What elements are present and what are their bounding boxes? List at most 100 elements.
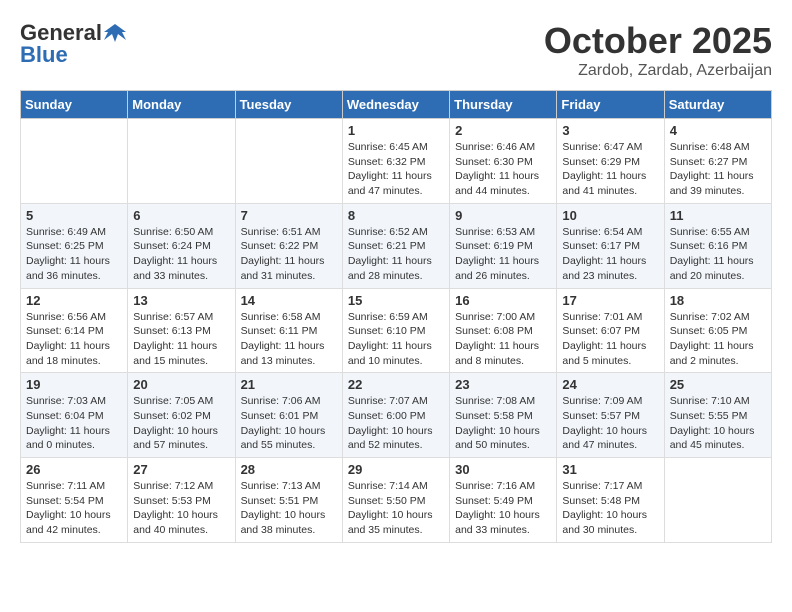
day-number: 14 (241, 293, 337, 308)
day-info: Sunrise: 7:06 AM Sunset: 6:01 PM Dayligh… (241, 394, 337, 453)
page-header: General Blue October 2025 Zardob, Zardab… (20, 20, 772, 80)
day-info: Sunrise: 7:11 AM Sunset: 5:54 PM Dayligh… (26, 479, 122, 538)
day-info: Sunrise: 7:12 AM Sunset: 5:53 PM Dayligh… (133, 479, 229, 538)
calendar-cell: 13Sunrise: 6:57 AM Sunset: 6:13 PM Dayli… (128, 288, 235, 373)
day-info: Sunrise: 6:53 AM Sunset: 6:19 PM Dayligh… (455, 225, 551, 284)
day-info: Sunrise: 6:51 AM Sunset: 6:22 PM Dayligh… (241, 225, 337, 284)
logo-blue: Blue (20, 42, 68, 68)
calendar-cell: 5 Sunrise: 6:49 AM Sunset: 6:25 PM Daylig… (21, 203, 128, 288)
location: Zardob, Zardab, Azerbaijan (544, 62, 772, 80)
day-number: 27 (133, 462, 229, 477)
day-info: Sunrise: 6:55 AM Sunset: 6:16 PM Dayligh… (670, 225, 766, 284)
day-info: Sunrise: 6:57 AM Sunset: 6:13 PM Dayligh… (133, 310, 229, 369)
weekday-header: Wednesday (342, 91, 449, 119)
weekday-header: Thursday (450, 91, 557, 119)
calendar-cell: 21 Sunrise: 7:06 AM Sunset: 6:01 PM Dayli… (235, 373, 342, 458)
calendar-week-row: 5 Sunrise: 6:49 AM Sunset: 6:25 PM Daylig… (21, 203, 772, 288)
day-number: 19 (26, 377, 122, 392)
weekday-header: Saturday (664, 91, 771, 119)
calendar-cell: 8 Sunrise: 6:52 AM Sunset: 6:21 PM Daylig… (342, 203, 449, 288)
day-number: 6 (133, 208, 229, 223)
weekday-header-row: SundayMondayTuesdayWednesdayThursdayFrid… (21, 91, 772, 119)
calendar-cell: 29 Sunrise: 7:14 AM Sunset: 5:50 PM Dayli… (342, 458, 449, 543)
day-info: Sunrise: 6:56 AM Sunset: 6:14 PM Dayligh… (26, 310, 122, 369)
logo: General Blue (20, 20, 126, 68)
calendar-cell (128, 119, 235, 204)
day-info: Sunrise: 7:08 AM Sunset: 5:58 PM Dayligh… (455, 394, 551, 453)
day-number: 26 (26, 462, 122, 477)
day-number: 2 (455, 123, 551, 138)
day-info: Sunrise: 6:46 AM Sunset: 6:30 PM Dayligh… (455, 140, 551, 199)
calendar-week-row: 26 Sunrise: 7:11 AM Sunset: 5:54 PM Dayli… (21, 458, 772, 543)
day-number: 7 (241, 208, 337, 223)
day-number: 5 (26, 208, 122, 223)
day-number: 8 (348, 208, 444, 223)
weekday-header: Friday (557, 91, 664, 119)
day-number: 21 (241, 377, 337, 392)
day-info: Sunrise: 6:52 AM Sunset: 6:21 PM Dayligh… (348, 225, 444, 284)
day-number: 31 (562, 462, 658, 477)
calendar-cell: 12 Sunrise: 6:56 AM Sunset: 6:14 PM Dayli… (21, 288, 128, 373)
day-number: 17 (562, 293, 658, 308)
day-number: 15 (348, 293, 444, 308)
calendar-cell: 23 Sunrise: 7:08 AM Sunset: 5:58 PM Dayli… (450, 373, 557, 458)
day-number: 29 (348, 462, 444, 477)
day-info: Sunrise: 7:03 AM Sunset: 6:04 PM Dayligh… (26, 394, 122, 453)
logo-bird-icon (104, 22, 126, 44)
day-number: 24 (562, 377, 658, 392)
day-number: 10 (562, 208, 658, 223)
day-number: 18 (670, 293, 766, 308)
day-number: 11 (670, 208, 766, 223)
day-number: 25 (670, 377, 766, 392)
day-info: Sunrise: 7:00 AM Sunset: 6:08 PM Dayligh… (455, 310, 551, 369)
calendar-cell: 14 Sunrise: 6:58 AM Sunset: 6:11 PM Dayli… (235, 288, 342, 373)
calendar-week-row: 12 Sunrise: 6:56 AM Sunset: 6:14 PM Dayli… (21, 288, 772, 373)
day-info: Sunrise: 6:58 AM Sunset: 6:11 PM Dayligh… (241, 310, 337, 369)
day-info: Sunrise: 6:47 AM Sunset: 6:29 PM Dayligh… (562, 140, 658, 199)
title-block: October 2025 Zardob, Zardab, Azerbaijan (544, 20, 772, 80)
day-info: Sunrise: 7:13 AM Sunset: 5:51 PM Dayligh… (241, 479, 337, 538)
day-info: Sunrise: 6:49 AM Sunset: 6:25 PM Dayligh… (26, 225, 122, 284)
calendar-cell: 16 Sunrise: 7:00 AM Sunset: 6:08 PM Dayli… (450, 288, 557, 373)
calendar-cell: 11 Sunrise: 6:55 AM Sunset: 6:16 PM Dayli… (664, 203, 771, 288)
day-info: Sunrise: 6:50 AM Sunset: 6:24 PM Dayligh… (133, 225, 229, 284)
day-info: Sunrise: 7:01 AM Sunset: 6:07 PM Dayligh… (562, 310, 658, 369)
day-info: Sunrise: 6:45 AM Sunset: 6:32 PM Dayligh… (348, 140, 444, 199)
calendar-cell: 24 Sunrise: 7:09 AM Sunset: 5:57 PM Dayli… (557, 373, 664, 458)
day-info: Sunrise: 6:54 AM Sunset: 6:17 PM Dayligh… (562, 225, 658, 284)
calendar-week-row: 19 Sunrise: 7:03 AM Sunset: 6:04 PM Dayli… (21, 373, 772, 458)
day-number: 23 (455, 377, 551, 392)
calendar-week-row: 1Sunrise: 6:45 AM Sunset: 6:32 PM Daylig… (21, 119, 772, 204)
day-info: Sunrise: 7:10 AM Sunset: 5:55 PM Dayligh… (670, 394, 766, 453)
calendar-cell: 27 Sunrise: 7:12 AM Sunset: 5:53 PM Dayli… (128, 458, 235, 543)
calendar-cell: 30Sunrise: 7:16 AM Sunset: 5:49 PM Dayli… (450, 458, 557, 543)
calendar-cell (664, 458, 771, 543)
calendar-cell: 1Sunrise: 6:45 AM Sunset: 6:32 PM Daylig… (342, 119, 449, 204)
month-title: October 2025 (544, 20, 772, 62)
day-number: 3 (562, 123, 658, 138)
calendar-cell: 6 Sunrise: 6:50 AM Sunset: 6:24 PM Daylig… (128, 203, 235, 288)
day-number: 22 (348, 377, 444, 392)
day-info: Sunrise: 7:14 AM Sunset: 5:50 PM Dayligh… (348, 479, 444, 538)
day-info: Sunrise: 7:07 AM Sunset: 6:00 PM Dayligh… (348, 394, 444, 453)
day-number: 16 (455, 293, 551, 308)
day-info: Sunrise: 7:16 AM Sunset: 5:49 PM Dayligh… (455, 479, 551, 538)
calendar-cell: 19 Sunrise: 7:03 AM Sunset: 6:04 PM Dayli… (21, 373, 128, 458)
calendar-cell: 9 Sunrise: 6:53 AM Sunset: 6:19 PM Daylig… (450, 203, 557, 288)
day-info: Sunrise: 7:17 AM Sunset: 5:48 PM Dayligh… (562, 479, 658, 538)
calendar-cell: 17 Sunrise: 7:01 AM Sunset: 6:07 PM Dayli… (557, 288, 664, 373)
day-number: 28 (241, 462, 337, 477)
weekday-header: Sunday (21, 91, 128, 119)
calendar-cell: 7 Sunrise: 6:51 AM Sunset: 6:22 PM Daylig… (235, 203, 342, 288)
calendar-cell (235, 119, 342, 204)
calendar-cell: 18 Sunrise: 7:02 AM Sunset: 6:05 PM Dayli… (664, 288, 771, 373)
day-info: Sunrise: 6:59 AM Sunset: 6:10 PM Dayligh… (348, 310, 444, 369)
calendar-cell: 15 Sunrise: 6:59 AM Sunset: 6:10 PM Dayli… (342, 288, 449, 373)
day-number: 9 (455, 208, 551, 223)
day-info: Sunrise: 7:09 AM Sunset: 5:57 PM Dayligh… (562, 394, 658, 453)
day-info: Sunrise: 7:02 AM Sunset: 6:05 PM Dayligh… (670, 310, 766, 369)
calendar-cell (21, 119, 128, 204)
day-number: 12 (26, 293, 122, 308)
day-info: Sunrise: 6:48 AM Sunset: 6:27 PM Dayligh… (670, 140, 766, 199)
day-info: Sunrise: 7:05 AM Sunset: 6:02 PM Dayligh… (133, 394, 229, 453)
